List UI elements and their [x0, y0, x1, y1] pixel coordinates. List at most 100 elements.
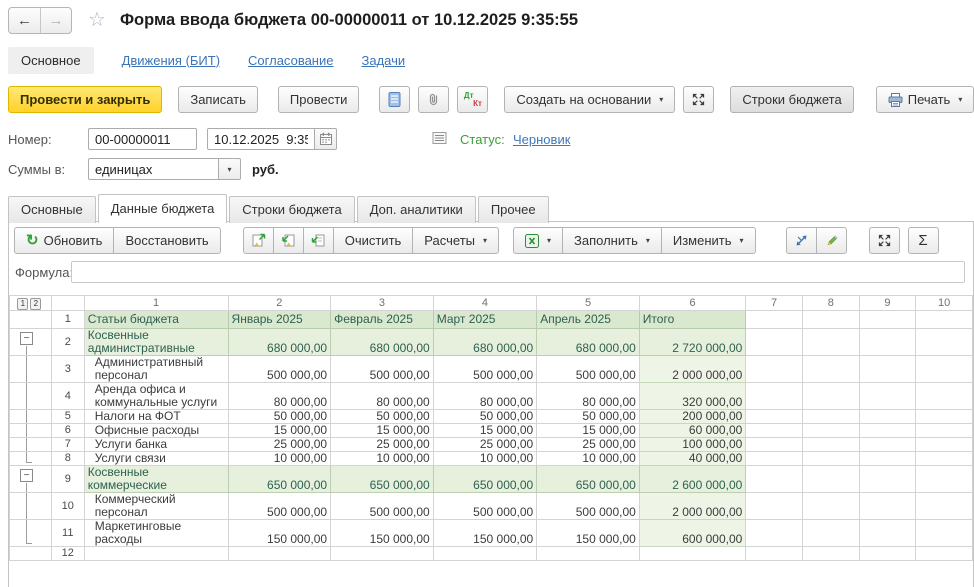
empty-cell[interactable]: [859, 356, 916, 383]
total-cell[interactable]: 2 000 000,00: [639, 493, 746, 520]
excel-button[interactable]: ▾: [513, 227, 563, 254]
value-cell[interactable]: 500 000,00: [433, 356, 537, 383]
empty-cell[interactable]: [802, 438, 859, 452]
empty-cell[interactable]: [916, 311, 973, 329]
outline-level-2-button[interactable]: 2: [30, 298, 41, 310]
empty-cell[interactable]: [859, 438, 916, 452]
create-based-on-button[interactable]: Создать на основании▾: [504, 86, 675, 113]
empty-cell[interactable]: [746, 438, 803, 452]
load-from-table-button[interactable]: [273, 227, 304, 254]
empty-cell[interactable]: [802, 466, 859, 493]
dt-kt-button[interactable]: ДтКт: [457, 86, 488, 113]
empty-cell[interactable]: [859, 493, 916, 520]
empty-cell[interactable]: [859, 383, 916, 410]
empty-cell[interactable]: [916, 383, 973, 410]
value-cell[interactable]: 680 000,00: [331, 329, 434, 356]
empty-cell[interactable]: [916, 438, 973, 452]
empty-cell[interactable]: [802, 356, 859, 383]
empty-cell[interactable]: [859, 329, 916, 356]
value-cell[interactable]: 500 000,00: [228, 356, 331, 383]
column-header-3[interactable]: 3: [331, 296, 434, 311]
value-cell[interactable]: 650 000,00: [537, 466, 640, 493]
nav-tab-movements[interactable]: Движения (БИТ): [122, 53, 220, 68]
empty-cell[interactable]: [746, 311, 803, 329]
value-cell[interactable]: 680 000,00: [537, 329, 640, 356]
article-cell[interactable]: Услуги связи: [84, 452, 228, 466]
date-input[interactable]: [207, 128, 315, 150]
fill-button[interactable]: Заполнить▾: [562, 227, 662, 254]
nav-tab-main[interactable]: Основное: [8, 47, 94, 74]
change-button[interactable]: Изменить▾: [661, 227, 756, 254]
edit-cell-button[interactable]: [816, 227, 847, 254]
clear-button[interactable]: Очистить: [333, 227, 414, 254]
expand-button[interactable]: [683, 86, 714, 113]
empty-cell[interactable]: [916, 452, 973, 466]
value-cell[interactable]: 25 000,00: [228, 438, 331, 452]
value-cell[interactable]: 15 000,00: [228, 424, 331, 438]
column-header-6[interactable]: 6: [639, 296, 746, 311]
total-cell[interactable]: 2 600 000,00: [639, 466, 746, 493]
value-cell[interactable]: 15 000,00: [433, 424, 537, 438]
empty-cell[interactable]: [916, 329, 973, 356]
value-cell[interactable]: 150 000,00: [228, 520, 331, 547]
empty-cell[interactable]: [859, 410, 916, 424]
total-cell[interactable]: 60 000,00: [639, 424, 746, 438]
header-cell[interactable]: Январь 2025: [228, 311, 331, 329]
value-cell[interactable]: 10 000,00: [433, 452, 537, 466]
collapse-group-button[interactable]: −: [20, 469, 33, 482]
value-cell[interactable]: 500 000,00: [331, 493, 434, 520]
empty-cell[interactable]: [746, 329, 803, 356]
article-cell[interactable]: Услуги банка: [84, 438, 228, 452]
empty-cell[interactable]: [859, 547, 916, 561]
article-cell[interactable]: Налоги на ФОТ: [84, 410, 228, 424]
value-cell[interactable]: 50 000,00: [228, 410, 331, 424]
column-header-4[interactable]: 4: [433, 296, 537, 311]
empty-cell[interactable]: [746, 410, 803, 424]
tab-budget-lines[interactable]: Строки бюджета: [229, 196, 354, 223]
empty-cell[interactable]: [331, 547, 434, 561]
empty-cell[interactable]: [916, 466, 973, 493]
row-header-9[interactable]: 9: [51, 466, 84, 493]
value-cell[interactable]: 80 000,00: [537, 383, 640, 410]
empty-cell[interactable]: [746, 547, 803, 561]
row-header-2[interactable]: 2: [51, 329, 84, 356]
save-button[interactable]: Записать: [178, 86, 258, 113]
value-cell[interactable]: 500 000,00: [537, 356, 640, 383]
row-header-5[interactable]: 5: [51, 410, 84, 424]
total-cell[interactable]: 200 000,00: [639, 410, 746, 424]
column-header-9[interactable]: 9: [859, 296, 916, 311]
total-cell[interactable]: 600 000,00: [639, 520, 746, 547]
column-header-1[interactable]: 1: [84, 296, 228, 311]
article-cell[interactable]: Маркетинговые расходы: [84, 520, 228, 547]
empty-cell[interactable]: [746, 356, 803, 383]
column-header-10[interactable]: 10: [916, 296, 973, 311]
header-cell[interactable]: Апрель 2025: [537, 311, 640, 329]
header-cell[interactable]: Март 2025: [433, 311, 537, 329]
value-cell[interactable]: 150 000,00: [433, 520, 537, 547]
value-cell[interactable]: 80 000,00: [228, 383, 331, 410]
empty-cell[interactable]: [639, 547, 746, 561]
empty-cell[interactable]: [802, 424, 859, 438]
row-header-11[interactable]: 11: [51, 520, 84, 547]
value-cell[interactable]: 25 000,00: [331, 438, 434, 452]
tab-budget-data[interactable]: Данные бюджета: [98, 194, 228, 223]
empty-cell[interactable]: [916, 520, 973, 547]
article-cell[interactable]: Косвенные коммерческие: [84, 466, 228, 493]
empty-cell[interactable]: [746, 466, 803, 493]
value-cell[interactable]: 50 000,00: [537, 410, 640, 424]
status-link[interactable]: Черновик: [513, 132, 570, 147]
empty-cell[interactable]: [859, 452, 916, 466]
amounts-dropdown-button[interactable]: ▾: [219, 158, 241, 180]
outline-level-1-button[interactable]: 1: [17, 298, 28, 310]
empty-cell[interactable]: [802, 493, 859, 520]
empty-cell[interactable]: [746, 383, 803, 410]
row-header-4[interactable]: 4: [51, 383, 84, 410]
value-cell[interactable]: 25 000,00: [537, 438, 640, 452]
empty-cell[interactable]: [802, 520, 859, 547]
tab-osnovnye[interactable]: Основные: [8, 196, 96, 223]
article-cell[interactable]: Косвенные административные: [84, 329, 228, 356]
empty-cell[interactable]: [802, 452, 859, 466]
article-cell[interactable]: Аренда офиса и коммунальные услуги: [84, 383, 228, 410]
tab-extra-analytics[interactable]: Доп. аналитики: [357, 196, 476, 223]
value-cell[interactable]: 680 000,00: [228, 329, 331, 356]
